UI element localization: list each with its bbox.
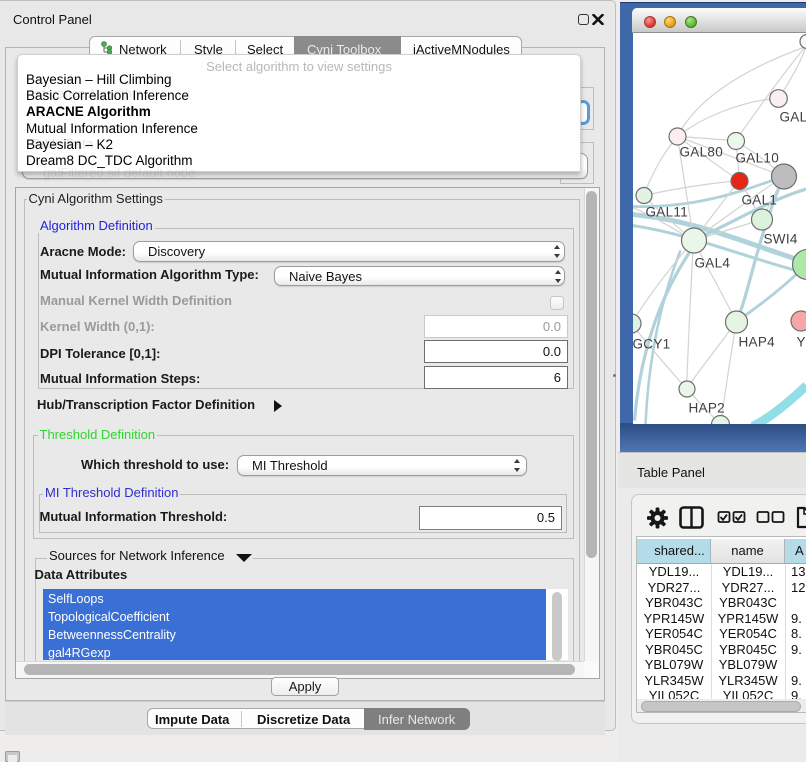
- svg-text:GAL1: GAL1: [741, 192, 777, 207]
- svg-text:GAL10: GAL10: [735, 150, 779, 165]
- svg-text:GAL80: GAL80: [679, 144, 723, 159]
- svg-text:HAP4: HAP4: [738, 334, 775, 349]
- svg-text:GCY1: GCY1: [633, 336, 670, 351]
- svg-text:HAP2: HAP2: [688, 400, 724, 415]
- svg-text:GAL7: GAL7: [779, 109, 806, 124]
- svg-text:GAL4: GAL4: [694, 255, 730, 270]
- svg-text:GAL11: GAL11: [645, 204, 688, 219]
- svg-text:SWI4: SWI4: [763, 231, 797, 246]
- svg-text:YJ: YJ: [796, 334, 806, 349]
